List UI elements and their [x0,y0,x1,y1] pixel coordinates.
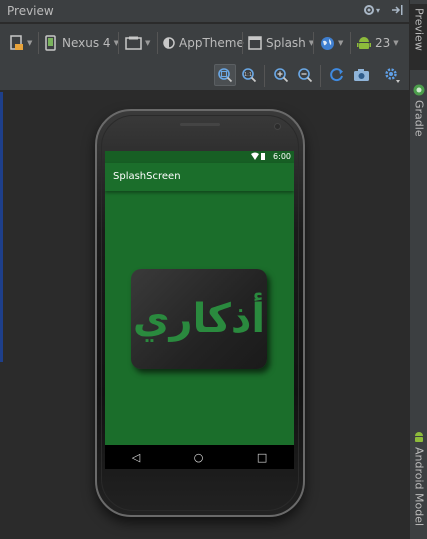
globe-icon [321,36,334,50]
chevron-down-icon[interactable]: ▾ [376,6,380,15]
device-name: Nexus 4 [62,36,111,50]
status-time: 6:00 [273,152,291,161]
toolbar-separator [38,32,39,54]
gear-icon [385,68,400,83]
zoom-to-fit-button[interactable] [214,64,236,86]
gradle-tool-tab[interactable]: Gradle [410,84,427,144]
activity-name: Splash [266,36,306,50]
android-model-tool-tab[interactable]: Android Model [410,431,427,535]
chevron-down-icon: ▼ [393,39,399,47]
preview-toolbar-top: ▼ Nexus 4 ▼ ▼ AppTheme Splash ▼ ▼ 23 ▼ [0,24,409,61]
status-bar: 6:00 [105,151,294,163]
screen-orientation-icon [125,36,142,50]
file-layout-icon [10,35,23,50]
logo-text: أذكاري [132,296,266,342]
chevron-down-icon: ▼ [338,39,344,47]
toolbar-separator [350,32,351,54]
toolbar-separator [320,65,321,87]
hide-panel-icon[interactable] [390,3,404,21]
home-icon[interactable]: ○ [194,451,204,464]
zoom-actual-icon: 1:1 [242,68,257,83]
device-screen[interactable]: 6:00 SplashScreen أذكاري ◁ ○ □ [105,151,294,469]
phone-icon [45,35,56,51]
device-camera [274,123,281,130]
theme-name: AppTheme [179,36,244,50]
navigation-bar: ◁ ○ □ [105,445,294,469]
zoom-out-button[interactable] [294,64,316,86]
back-icon[interactable]: ◁ [132,451,140,464]
svg-text:1:1: 1:1 [244,72,252,78]
gradle-tab-label: Gradle [412,100,426,137]
preview-toolbar-zoom: 1:1 [0,61,409,91]
editor-edge [0,92,3,362]
chevron-down-icon: ▼ [27,39,33,47]
app-logo: أذكاري [131,269,267,369]
gear-icon[interactable] [362,3,376,21]
theme-dropdown[interactable]: AppTheme [163,33,244,53]
android-model-tab-label: Android Model [412,447,426,527]
api-level-dropdown[interactable]: 23 ▼ [357,33,399,53]
preview-tab-label: Preview [412,8,426,51]
toolbar-separator [242,32,243,54]
panel-title: Preview [7,4,54,18]
app-title: SplashScreen [113,171,181,182]
theme-icon [163,37,175,49]
activity-icon [248,36,262,50]
preview-tool-tab[interactable]: Preview [410,4,427,70]
gradle-icon [413,84,425,96]
locale-dropdown[interactable]: ▼ [320,33,343,53]
toolbar-separator [157,32,158,54]
zoom-out-icon [298,68,313,83]
toolbar-separator [264,65,265,87]
recents-icon[interactable]: □ [257,451,267,464]
android-icon [415,432,423,442]
preview-header: Preview ▾ [0,0,409,23]
app-bar: SplashScreen [105,163,294,191]
chevron-down-icon: ▼ [145,39,151,47]
device-dropdown[interactable]: Nexus 4 ▼ [45,33,119,53]
device-speaker [180,123,220,126]
activity-dropdown[interactable]: Splash ▼ [248,33,314,53]
preview-settings-button[interactable] [381,64,403,86]
zoom-in-icon [274,68,289,83]
tool-window-strip: Preview Gradle Android Model [409,0,427,539]
toolbar-separator [313,32,314,54]
refresh-button[interactable] [326,64,348,86]
design-mode-dropdown[interactable]: ▼ [10,33,32,53]
screenshot-button[interactable] [350,64,372,86]
camera-icon [353,69,369,81]
api-level: 23 [375,36,391,50]
orientation-dropdown[interactable]: ▼ [125,33,150,53]
zoom-fit-icon [218,68,233,83]
zoom-actual-size-button[interactable]: 1:1 [238,64,260,86]
android-icon [357,36,371,49]
toolbar-separator [118,32,119,54]
refresh-icon [330,68,343,82]
zoom-in-button[interactable] [270,64,292,86]
